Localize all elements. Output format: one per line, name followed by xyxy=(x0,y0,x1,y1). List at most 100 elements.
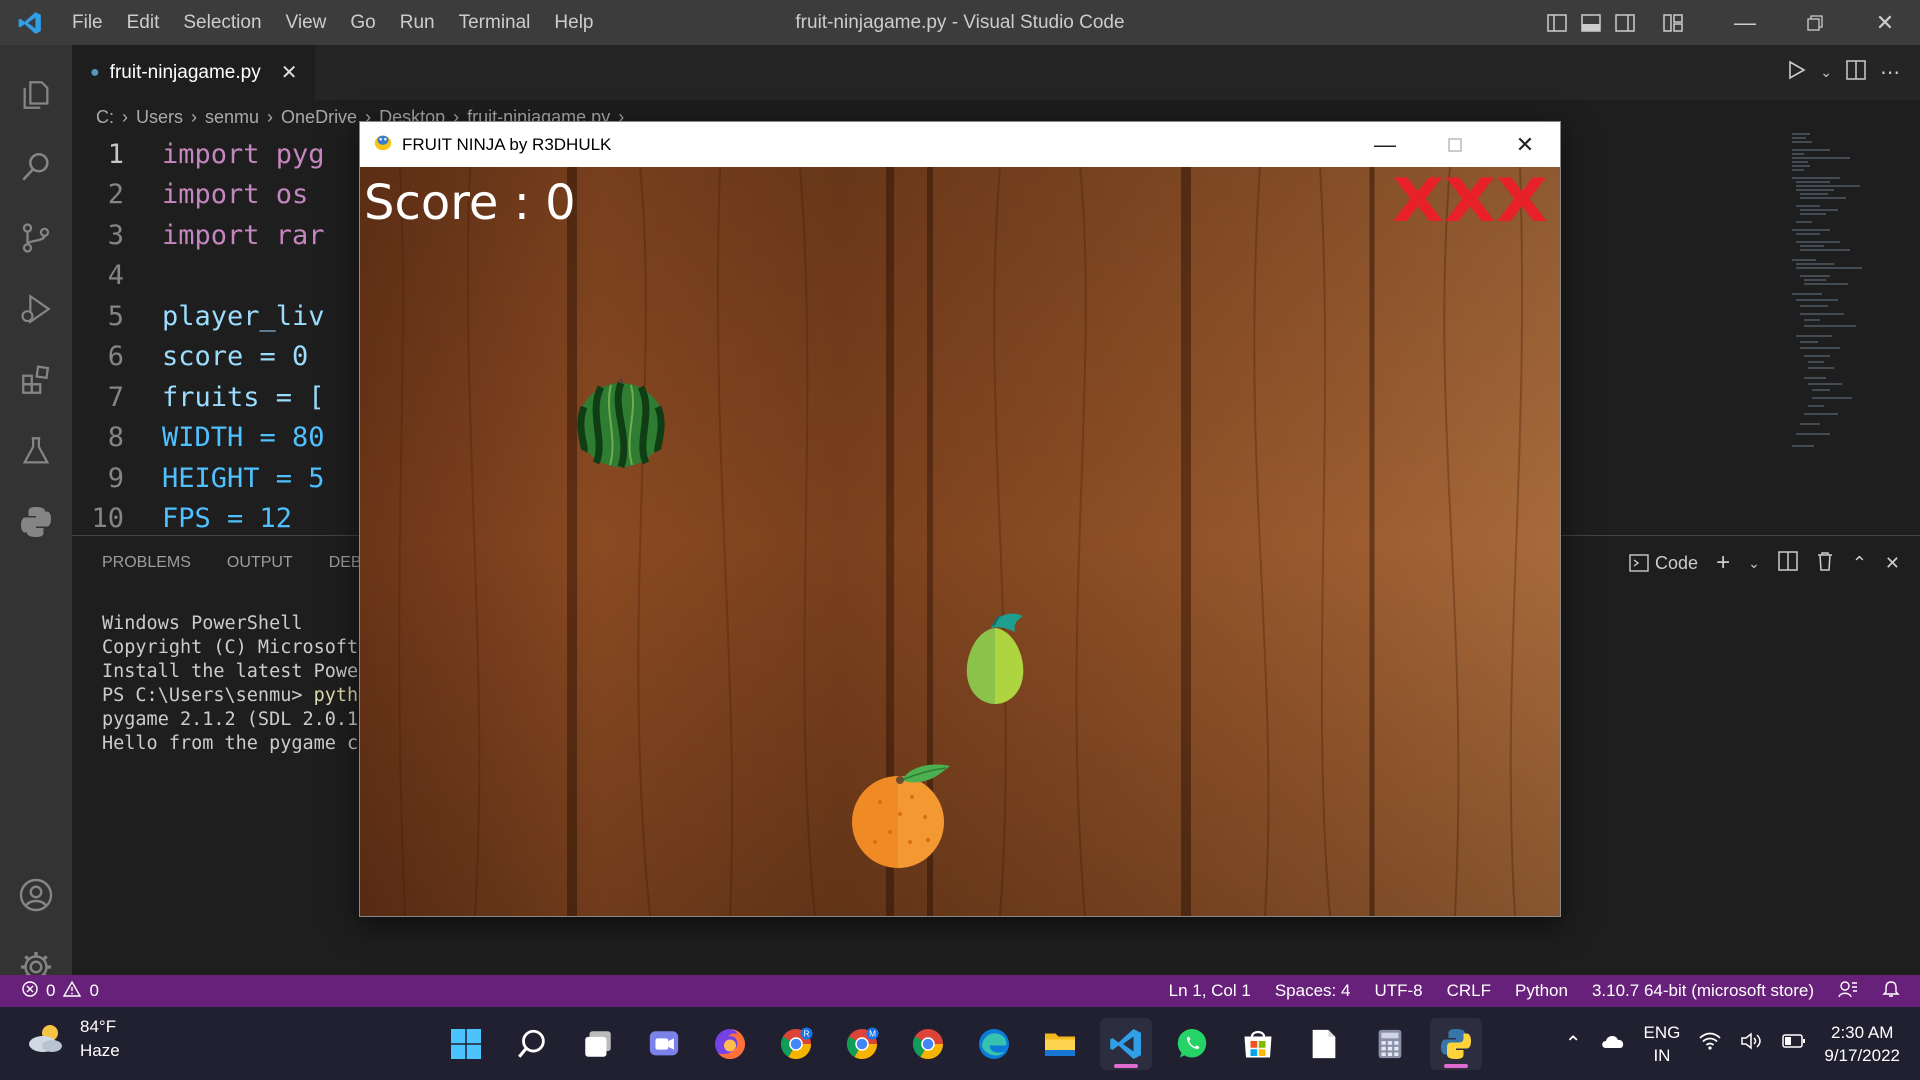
search-icon[interactable] xyxy=(506,1018,558,1070)
chrome-icon[interactable] xyxy=(902,1018,954,1070)
pygame-title-bar[interactable]: FRUIT NINJA by R3DHULK — ✕ xyxy=(360,122,1560,167)
menu-help[interactable]: Help xyxy=(542,0,605,45)
extensions-icon[interactable] xyxy=(0,350,72,410)
menu-go[interactable]: Go xyxy=(338,0,387,45)
run-dropdown-chevron-icon[interactable]: ⌄ xyxy=(1820,64,1832,81)
show-hidden-icons-chevron-icon[interactable]: ⌃ xyxy=(1565,1031,1582,1056)
pygame-maximize-button[interactable] xyxy=(1420,122,1490,167)
calculator-icon[interactable] xyxy=(1364,1018,1416,1070)
more-actions-icon[interactable]: ⋯ xyxy=(1880,60,1900,85)
minimap[interactable] xyxy=(1790,130,1880,500)
new-terminal-plus-icon[interactable]: + xyxy=(1716,549,1730,577)
split-terminal-icon[interactable] xyxy=(1778,550,1798,576)
tab-problems[interactable]: PROBLEMS xyxy=(102,554,191,572)
chrome-profile-r-icon[interactable]: R xyxy=(770,1018,822,1070)
weather-widget[interactable]: 84°F Haze xyxy=(26,1015,120,1063)
task-view-icon[interactable] xyxy=(572,1018,624,1070)
problems-status[interactable]: 0 0 xyxy=(0,980,99,1002)
breadcrumb-item[interactable]: OneDrive xyxy=(281,107,357,128)
pygame-window[interactable]: FRUIT NINJA by R3DHULK — ✕ Score: 0 XXX xyxy=(359,121,1561,917)
whatsapp-icon[interactable] xyxy=(1166,1018,1218,1070)
pygame-minimize-button[interactable]: — xyxy=(1350,122,1420,167)
input-language[interactable]: ENG IN xyxy=(1644,1021,1681,1067)
language-mode[interactable]: Python xyxy=(1515,981,1568,1001)
breadcrumb-item[interactable]: C: xyxy=(96,107,114,128)
teams-chat-icon[interactable] xyxy=(638,1018,690,1070)
search-icon[interactable] xyxy=(0,137,72,197)
feedback-icon[interactable] xyxy=(1838,980,1858,1003)
code-text: player_liv xyxy=(162,300,325,332)
customize-layout-icon[interactable] xyxy=(1656,0,1690,45)
explorer-icon[interactable] xyxy=(0,65,72,125)
close-button[interactable]: ✕ xyxy=(1850,0,1920,45)
menu-file[interactable]: File xyxy=(60,0,115,45)
error-count: 0 xyxy=(46,981,56,1000)
running-indicator xyxy=(1444,1063,1468,1068)
menu-selection[interactable]: Selection xyxy=(171,0,273,45)
code-text: WIDTH = 80 xyxy=(162,422,325,454)
firefox-icon[interactable] xyxy=(704,1018,756,1070)
code-text: HEIGHT = 5 xyxy=(162,462,325,494)
python-extension-icon[interactable] xyxy=(0,492,72,552)
restore-button[interactable] xyxy=(1780,0,1850,45)
toggle-secondary-sidebar-icon[interactable] xyxy=(1608,0,1642,45)
tab-output[interactable]: OUTPUT xyxy=(227,554,293,572)
start-icon[interactable] xyxy=(440,1018,492,1070)
run-and-debug-icon[interactable] xyxy=(0,279,72,339)
vscode-icon[interactable] xyxy=(1100,1017,1152,1070)
testing-icon[interactable] xyxy=(0,421,72,481)
menu-view[interactable]: View xyxy=(274,0,339,45)
terminal-prompt: PS C:\Users\senmu> xyxy=(102,685,314,706)
accounts-icon[interactable] xyxy=(0,865,72,925)
toggle-sidebar-icon[interactable] xyxy=(1540,0,1574,45)
close-panel-icon[interactable]: ✕ xyxy=(1885,553,1900,574)
python-icon[interactable] xyxy=(1430,1017,1482,1070)
game-canvas[interactable]: Score : 0 XXX xyxy=(360,167,1560,916)
pygame-close-button[interactable]: ✕ xyxy=(1490,122,1560,167)
line-number: 9 xyxy=(107,462,124,494)
notepad-icon[interactable] xyxy=(1298,1018,1350,1070)
source-control-icon[interactable] xyxy=(0,208,72,268)
taskbar-apps: R M xyxy=(440,1007,1482,1080)
breadcrumb-item[interactable]: senmu xyxy=(205,107,259,128)
terminal-output[interactable]: Windows PowerShell Copyright (C) Microsof… xyxy=(102,612,369,756)
toggle-panel-icon[interactable] xyxy=(1574,0,1608,45)
battery-icon[interactable] xyxy=(1782,1033,1806,1054)
terminal-icon xyxy=(1629,554,1649,572)
error-icon xyxy=(22,980,38,1002)
encoding[interactable]: UTF-8 xyxy=(1374,981,1422,1001)
orange-fruit[interactable] xyxy=(850,762,960,875)
minimize-button[interactable]: — xyxy=(1710,0,1780,45)
end-of-line[interactable]: CRLF xyxy=(1447,981,1491,1001)
run-python-file-icon[interactable] xyxy=(1788,60,1806,86)
menu-edit[interactable]: Edit xyxy=(115,0,172,45)
notifications-bell-icon[interactable] xyxy=(1882,980,1900,1003)
editor-tab[interactable]: ● fruit-ninjagame.py ✕ xyxy=(72,45,316,100)
terminal-profile-selector[interactable]: Code xyxy=(1629,553,1698,574)
terminal-dropdown-chevron-icon[interactable]: ⌄ xyxy=(1748,555,1760,572)
guava-fruit[interactable] xyxy=(955,610,1035,711)
file-explorer-icon[interactable] xyxy=(1034,1018,1086,1070)
volume-icon[interactable] xyxy=(1740,1031,1764,1056)
python-file-icon: ● xyxy=(90,63,100,81)
cursor-position[interactable]: Ln 1, Col 1 xyxy=(1169,981,1251,1001)
python-interpreter[interactable]: 3.10.7 64-bit (microsoft store) xyxy=(1592,981,1814,1001)
maximize-panel-chevron-up-icon[interactable]: ⌃ xyxy=(1852,553,1867,574)
line-number: 4 xyxy=(107,260,124,292)
microsoft-store-icon[interactable] xyxy=(1232,1018,1284,1070)
breadcrumb-item[interactable]: Users xyxy=(136,107,183,128)
close-tab-icon[interactable]: ✕ xyxy=(281,60,298,85)
code-text: score = 0 xyxy=(162,341,309,373)
edge-icon[interactable] xyxy=(968,1018,1020,1070)
wifi-icon[interactable] xyxy=(1698,1031,1722,1056)
chrome-profile-m-icon[interactable]: M xyxy=(836,1018,888,1070)
kill-terminal-trash-icon[interactable] xyxy=(1816,551,1834,576)
line-number: 2 xyxy=(107,179,124,211)
menu-run[interactable]: Run xyxy=(388,0,447,45)
indentation[interactable]: Spaces: 4 xyxy=(1275,981,1351,1001)
menu-terminal[interactable]: Terminal xyxy=(447,0,543,45)
clock[interactable]: 2:30 AM 9/17/2022 xyxy=(1824,1021,1900,1067)
onedrive-cloud-icon[interactable] xyxy=(1600,1032,1626,1055)
watermelon-fruit[interactable] xyxy=(576,377,666,474)
split-editor-icon[interactable] xyxy=(1846,59,1866,86)
